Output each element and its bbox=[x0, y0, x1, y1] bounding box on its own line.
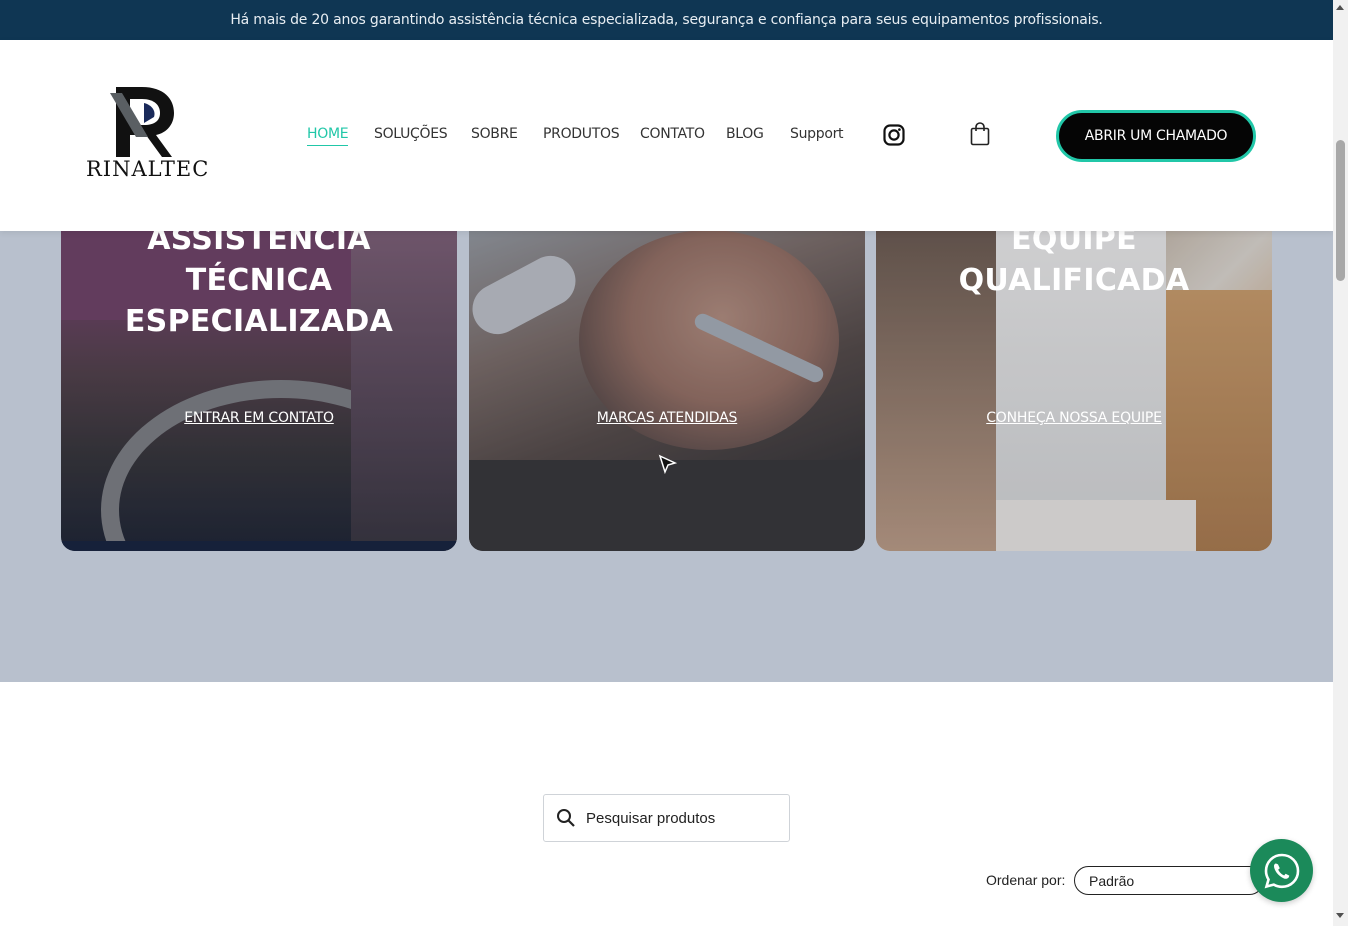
nav-item-blog[interactable]: BLOG bbox=[726, 126, 764, 142]
nav-item-support[interactable]: Support bbox=[790, 126, 844, 142]
service-card-equipe[interactable]: EQUIPE QUALIFICADA CONHEÇA NOSSA EQUIPE bbox=[876, 230, 1272, 551]
card-title-line: ESPECIALIZADA bbox=[124, 304, 394, 339]
open-ticket-button[interactable]: ABRIR UM CHAMADO bbox=[1056, 110, 1256, 162]
sort-select[interactable]: Padrão bbox=[1074, 866, 1264, 895]
site-header: RINALTEC HOME SOLUÇÕES SOBRE PRODUTOS CO… bbox=[0, 40, 1333, 231]
page-scrollbar[interactable] bbox=[1333, 0, 1348, 926]
instagram-icon[interactable] bbox=[883, 124, 905, 151]
shopping-bag-icon[interactable] bbox=[970, 122, 990, 151]
nav-item-contato[interactable]: CONTATO bbox=[640, 126, 705, 142]
service-card-assistencia[interactable]: ASSISTÊNCIA TÉCNICA ESPECIALIZADA ENTRAR… bbox=[61, 230, 457, 551]
card-title: ASSISTÊNCIA TÉCNICA ESPECIALIZADA bbox=[61, 230, 457, 342]
search-icon bbox=[557, 809, 575, 827]
logo-mark-icon bbox=[110, 87, 174, 157]
logo-text: RINALTEC bbox=[86, 157, 210, 181]
sort-select-value: Padrão bbox=[1089, 872, 1135, 889]
announcement-text: Há mais de 20 anos garantindo assistênci… bbox=[230, 12, 1103, 28]
page: ASSISTÊNCIA TÉCNICA ESPECIALIZADA ENTRAR… bbox=[0, 0, 1348, 926]
whatsapp-button[interactable] bbox=[1250, 839, 1313, 902]
whatsapp-icon bbox=[1264, 853, 1299, 888]
contact-link[interactable]: ENTRAR EM CONTATO bbox=[61, 410, 457, 426]
scrollbar-thumb[interactable] bbox=[1336, 140, 1345, 281]
card-bottom-bar bbox=[61, 541, 457, 551]
search-input[interactable] bbox=[586, 809, 776, 827]
team-link[interactable]: CONHEÇA NOSSA EQUIPE bbox=[876, 410, 1272, 426]
mouse-cursor-icon bbox=[658, 454, 678, 481]
card-title-line: EQUIPE bbox=[1011, 230, 1137, 257]
card-title-line: QUALIFICADA bbox=[958, 263, 1190, 298]
scroll-up-arrow-icon[interactable] bbox=[1336, 5, 1344, 10]
scroll-down-arrow-icon[interactable] bbox=[1336, 913, 1344, 918]
nav-item-sobre[interactable]: SOBRE bbox=[471, 126, 518, 142]
sort-label: Ordenar por: bbox=[986, 872, 1066, 888]
brands-link[interactable]: MARCAS ATENDIDAS bbox=[469, 410, 865, 426]
nav-item-solucoes[interactable]: SOLUÇÕES bbox=[374, 126, 448, 142]
product-search[interactable] bbox=[543, 794, 790, 842]
logo[interactable]: RINALTEC bbox=[86, 85, 210, 185]
card-title: EQUIPE QUALIFICADA bbox=[876, 230, 1272, 301]
nav-item-home[interactable]: HOME bbox=[307, 126, 349, 146]
announcement-bar: Há mais de 20 anos garantindo assistênci… bbox=[0, 0, 1333, 40]
service-card-marcas[interactable]: MARCAS ATENDIDAS bbox=[469, 230, 865, 551]
nav-item-produtos[interactable]: PRODUTOS bbox=[543, 126, 620, 142]
card-overlay bbox=[469, 230, 865, 551]
card-title-line: TÉCNICA bbox=[185, 263, 333, 298]
card-title-line: ASSISTÊNCIA bbox=[147, 230, 371, 257]
